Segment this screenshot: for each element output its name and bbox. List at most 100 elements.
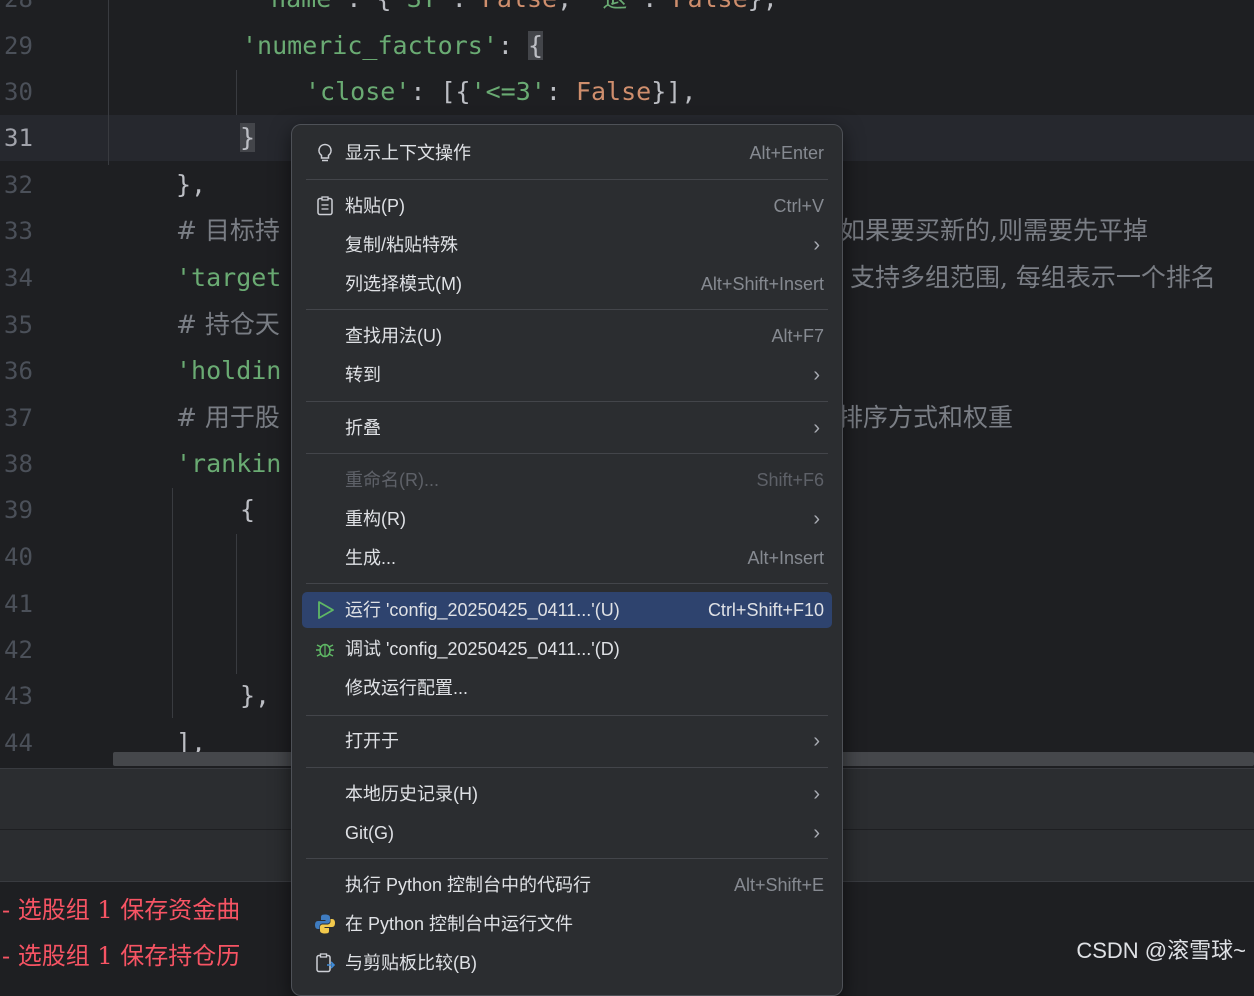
python-icon bbox=[314, 913, 336, 935]
compare-clipboard-icon bbox=[314, 952, 336, 974]
code-line[interactable]: 29 'numeric_factors': { bbox=[0, 23, 1254, 69]
chevron-right-icon: › bbox=[813, 783, 820, 805]
code-token: 'holdin bbox=[176, 356, 282, 385]
code-text: 'target 支持多组范围, 每组表示一个排名 bbox=[176, 255, 1216, 301]
line-number[interactable]: 37 bbox=[4, 395, 64, 441]
code-text: { bbox=[240, 487, 255, 533]
line-number[interactable]: 39 bbox=[4, 487, 64, 533]
chevron-right-icon: › bbox=[813, 508, 820, 530]
menu-separator bbox=[306, 401, 828, 402]
line-number[interactable]: 33 bbox=[4, 208, 64, 254]
code-text: }, bbox=[176, 162, 206, 208]
menu-item-run-file-in-console[interactable]: 在 Python 控制台中运行文件 bbox=[302, 906, 832, 942]
console-line: - 选股组 1 保存持仓历 bbox=[2, 942, 241, 970]
line-number[interactable]: 44 bbox=[4, 720, 64, 766]
line-number[interactable]: 38 bbox=[4, 441, 64, 487]
menu-item-goto[interactable]: 转到 › bbox=[302, 357, 832, 393]
editor-context-menu: 显示上下文操作 Alt+Enter 粘贴(P) Ctrl+V 复制/粘贴特殊 › 列选择模式… bbox=[291, 124, 843, 996]
menu-item-label: 列选择模式(M) bbox=[345, 274, 462, 294]
line-number[interactable]: 30 bbox=[4, 69, 64, 115]
menu-item-shortcut: Alt+F7 bbox=[771, 326, 824, 346]
menu-separator bbox=[306, 453, 828, 454]
menu-item-local-history[interactable]: 本地历史记录(H) › bbox=[302, 776, 832, 812]
line-number[interactable]: 32 bbox=[4, 162, 64, 208]
line-number[interactable]: 41 bbox=[4, 581, 64, 627]
menu-item-label: 转到 bbox=[345, 365, 381, 385]
code-text: 'name': {'ST': False, '退': False}, bbox=[256, 0, 778, 22]
line-number[interactable]: 36 bbox=[4, 348, 64, 394]
line-number[interactable]: 34 bbox=[4, 255, 64, 301]
menu-item-open-in[interactable]: 打开于 › bbox=[302, 723, 832, 759]
menu-item-compare-with-clipboard[interactable]: 与剪贴板比较(B) bbox=[302, 945, 832, 981]
menu-item-shortcut: Shift+F6 bbox=[756, 470, 824, 490]
menu-item-shortcut: Ctrl+V bbox=[773, 196, 824, 216]
menu-item-label: 修改运行配置... bbox=[345, 678, 469, 698]
code-text: 'close': [{'<=3': False}], bbox=[305, 69, 696, 115]
code-token: : bbox=[545, 77, 576, 106]
menu-item-execute-line-in-console[interactable]: 执行 Python 控制台中的代码行 Alt+Shift+E bbox=[302, 867, 832, 903]
code-token: # 用于股 bbox=[176, 403, 280, 432]
indent-guide bbox=[108, 0, 109, 165]
menu-item-label: 调试 'config_20250425_0411...'(D) bbox=[345, 639, 620, 659]
chevron-right-icon: › bbox=[813, 364, 820, 386]
menu-separator bbox=[306, 767, 828, 768]
code-token: }, bbox=[240, 681, 271, 710]
menu-item-shortcut: Alt+Insert bbox=[747, 548, 824, 568]
menu-item-run-config[interactable]: 运行 'config_20250425_0411...'(U) Ctrl+Shif… bbox=[302, 592, 832, 628]
code-text: # 持仓天 bbox=[176, 302, 280, 348]
menu-item-git[interactable]: Git(G) › bbox=[302, 815, 832, 851]
code-token: False bbox=[575, 77, 652, 106]
menu-item-label: 本地历史记录(H) bbox=[345, 784, 478, 804]
code-token: 'target bbox=[176, 263, 282, 292]
menu-separator bbox=[306, 858, 828, 859]
menu-item-find-usages[interactable]: 查找用法(U) Alt+F7 bbox=[302, 318, 832, 354]
code-token: }, bbox=[176, 170, 207, 199]
menu-separator bbox=[306, 715, 828, 716]
code-text: 'numeric_factors': { bbox=[242, 23, 544, 69]
indent-guide bbox=[236, 534, 237, 674]
menu-item-debug-config[interactable]: 调试 'config_20250425_0411...'(D) bbox=[302, 631, 832, 667]
line-number[interactable]: 31 bbox=[4, 115, 64, 161]
console-line: - 选股组 1 保存资金曲 bbox=[2, 896, 241, 924]
menu-item-paste[interactable]: 粘贴(P) Ctrl+V bbox=[302, 188, 832, 224]
menu-item-folding[interactable]: 折叠 › bbox=[302, 410, 832, 446]
menu-item-label: 生成... bbox=[345, 548, 397, 568]
menu-item-label: 重构(R) bbox=[345, 509, 406, 529]
code-token: }, bbox=[748, 0, 778, 13]
menu-item-label: 打开于 bbox=[345, 731, 399, 751]
code-token: 'rankin bbox=[176, 449, 282, 478]
code-token: : bbox=[642, 0, 672, 13]
menu-item-modify-run-config[interactable]: 修改运行配置... bbox=[302, 670, 832, 706]
code-token: { bbox=[527, 31, 544, 60]
menu-item-rename: 重命名(R)... Shift+F6 bbox=[302, 462, 832, 498]
code-token: 'name' bbox=[256, 0, 346, 13]
line-number[interactable]: 43 bbox=[4, 673, 64, 719]
menu-item-copy-paste-special[interactable]: 复制/粘贴特殊 › bbox=[302, 227, 832, 263]
menu-item-refactor[interactable]: 重构(R) › bbox=[302, 501, 832, 537]
line-number[interactable]: 42 bbox=[4, 627, 64, 673]
chevron-right-icon: › bbox=[813, 822, 820, 844]
code-token: 'close' bbox=[305, 77, 411, 106]
line-number[interactable]: 35 bbox=[4, 302, 64, 348]
menu-item-label: 复制/粘贴特殊 bbox=[345, 235, 459, 255]
code-token: 排序方式和权重 bbox=[838, 403, 1014, 432]
code-line[interactable]: 30 'close': [{'<=3': False}], bbox=[0, 69, 1254, 115]
menu-item-show-context-actions[interactable]: 显示上下文操作 Alt+Enter bbox=[302, 135, 832, 171]
line-number[interactable]: 28 bbox=[4, 0, 64, 22]
menu-item-column-selection-mode[interactable]: 列选择模式(M) Alt+Shift+Insert bbox=[302, 266, 832, 302]
code-token: 如果要买新的,则需要先平掉 bbox=[840, 216, 1148, 245]
menu-item-label: 执行 Python 控制台中的代码行 bbox=[345, 875, 592, 895]
menu-item-label: 显示上下文操作 bbox=[345, 143, 471, 163]
code-token: 'ST' bbox=[391, 0, 451, 13]
code-token: '<=3' bbox=[470, 77, 546, 106]
menu-separator bbox=[306, 179, 828, 180]
line-number[interactable]: 40 bbox=[4, 534, 64, 580]
code-text: }, bbox=[240, 673, 270, 719]
line-number[interactable]: 29 bbox=[4, 23, 64, 69]
lightbulb-icon bbox=[314, 142, 336, 164]
code-token: # 持仓天 bbox=[176, 310, 280, 339]
menu-item-label: 粘贴(P) bbox=[345, 196, 405, 216]
menu-item-shortcut: Alt+Shift+E bbox=[733, 875, 824, 895]
code-line[interactable]: 28 'name': {'ST': False, '退': False}, bbox=[0, 0, 1254, 22]
menu-item-generate[interactable]: 生成... Alt+Insert bbox=[302, 540, 832, 576]
